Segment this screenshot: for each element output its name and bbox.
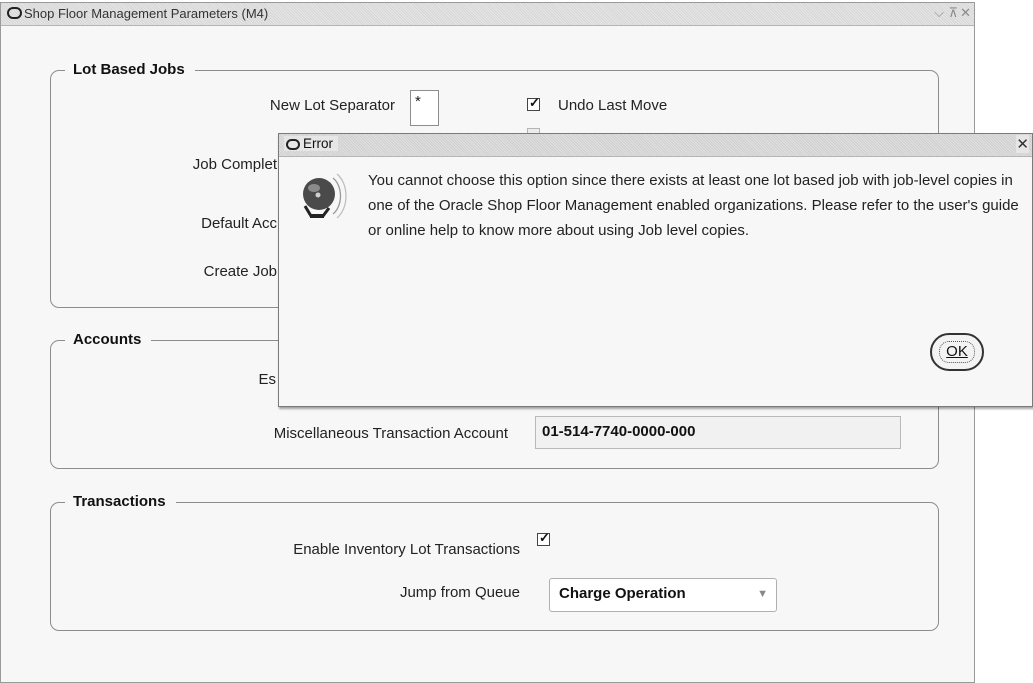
transactions-group: Transactions: [50, 493, 939, 631]
check-icon: ✓: [529, 95, 540, 110]
job-completion-label: Job Complet: [192, 156, 277, 173]
new-lot-separator-field[interactable]: *: [410, 90, 439, 126]
jump-from-queue-select[interactable]: Charge Operation ▼: [549, 578, 777, 612]
error-dialog-titlebar[interactable]: Error ✕: [279, 134, 1032, 157]
misc-transaction-account-label: Miscellaneous Transaction Account: [273, 425, 508, 442]
check-icon: ✓: [539, 530, 550, 545]
new-lot-separator-label: New Lot Separator: [269, 97, 395, 114]
undo-last-move-checkbox[interactable]: ✓: [527, 95, 540, 111]
window-titlebar[interactable]: Shop Floor Management Parameters (M4) ⌵ …: [1, 3, 974, 26]
accounts-heading: Accounts: [65, 331, 152, 348]
jump-from-queue-label: Jump from Queue: [399, 584, 520, 601]
close-icon[interactable]: ✕: [1016, 135, 1029, 153]
jump-from-queue-value: Charge Operation: [559, 585, 686, 602]
transactions-heading: Transactions: [65, 493, 176, 510]
chevron-down-icon: ▼: [757, 588, 768, 600]
window-title: Shop Floor Management Parameters (M4): [24, 6, 269, 21]
error-dialog-title-wrap: Error: [284, 136, 338, 151]
error-message: You cannot choose this option since ther…: [368, 172, 1019, 239]
close-icon[interactable]: ✕: [960, 5, 971, 21]
maximize-icon[interactable]: ⊼: [948, 5, 958, 21]
ok-button-label: OK: [946, 343, 968, 360]
oracle-window-icon: [7, 7, 22, 19]
error-dialog-title: Error: [303, 136, 333, 151]
misc-transaction-account-field[interactable]: 01-514-7740-0000-000: [535, 416, 901, 449]
ok-button[interactable]: OK: [930, 333, 984, 371]
error-dialog: Error ✕ You cannot choose this option si…: [278, 133, 1033, 407]
undo-last-move-label: Undo Last Move: [558, 97, 668, 114]
lot-based-jobs-heading: Lot Based Jobs: [65, 61, 195, 78]
default-account-label: Default Acc: [201, 215, 277, 232]
oracle-window-icon: [286, 138, 300, 150]
enable-inventory-lot-checkbox[interactable]: ✓: [537, 530, 550, 546]
minimize-icon[interactable]: ⌵: [934, 5, 944, 21]
create-job-label: Create Job: [203, 263, 277, 280]
enable-inventory-lot-label: Enable Inventory Lot Transactions: [293, 541, 520, 558]
estimated-account-label: Es: [258, 371, 276, 388]
bell-icon: [303, 173, 347, 219]
